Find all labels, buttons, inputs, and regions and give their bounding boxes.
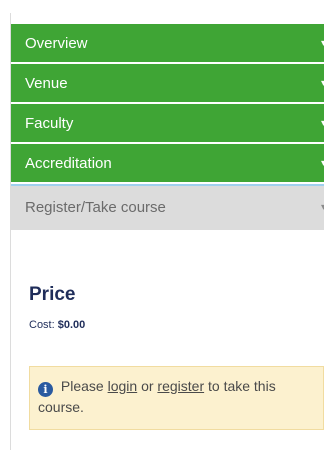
course-accordion: Overview ▾ Venue ▾ Faculty ▾ Accreditati… xyxy=(11,24,324,230)
accordion-item-faculty[interactable]: Faculty ▾ xyxy=(11,104,324,144)
price-heading: Price xyxy=(29,284,76,305)
cost-label: Cost: xyxy=(29,319,55,331)
cost-line: Cost: $0.00 xyxy=(29,319,85,331)
notice-text-before: Please xyxy=(60,378,104,394)
login-notice: i Please login or register to take this … xyxy=(29,366,324,430)
page: Overview ▾ Venue ▾ Faculty ▾ Accreditati… xyxy=(0,0,324,450)
accordion-item-label: Overview xyxy=(25,35,88,52)
accordion-item-label: Accreditation xyxy=(25,155,112,172)
info-icon: i xyxy=(38,382,53,397)
accordion-item-label: Venue xyxy=(25,75,68,92)
notice-text-middle: or xyxy=(141,378,154,394)
cost-value: $0.00 xyxy=(57,319,86,331)
login-link[interactable]: login xyxy=(108,378,138,394)
accordion-item-overview[interactable]: Overview ▾ xyxy=(11,24,324,64)
accordion-item-label: Register/Take course xyxy=(25,199,166,216)
accordion-item-venue[interactable]: Venue ▾ xyxy=(11,64,324,104)
accordion-item-label: Faculty xyxy=(25,115,74,132)
accordion-item-accreditation[interactable]: Accreditation ▾ xyxy=(11,144,324,184)
accordion-item-register[interactable]: Register/Take course ▾ xyxy=(11,184,324,230)
register-link[interactable]: register xyxy=(157,378,204,394)
